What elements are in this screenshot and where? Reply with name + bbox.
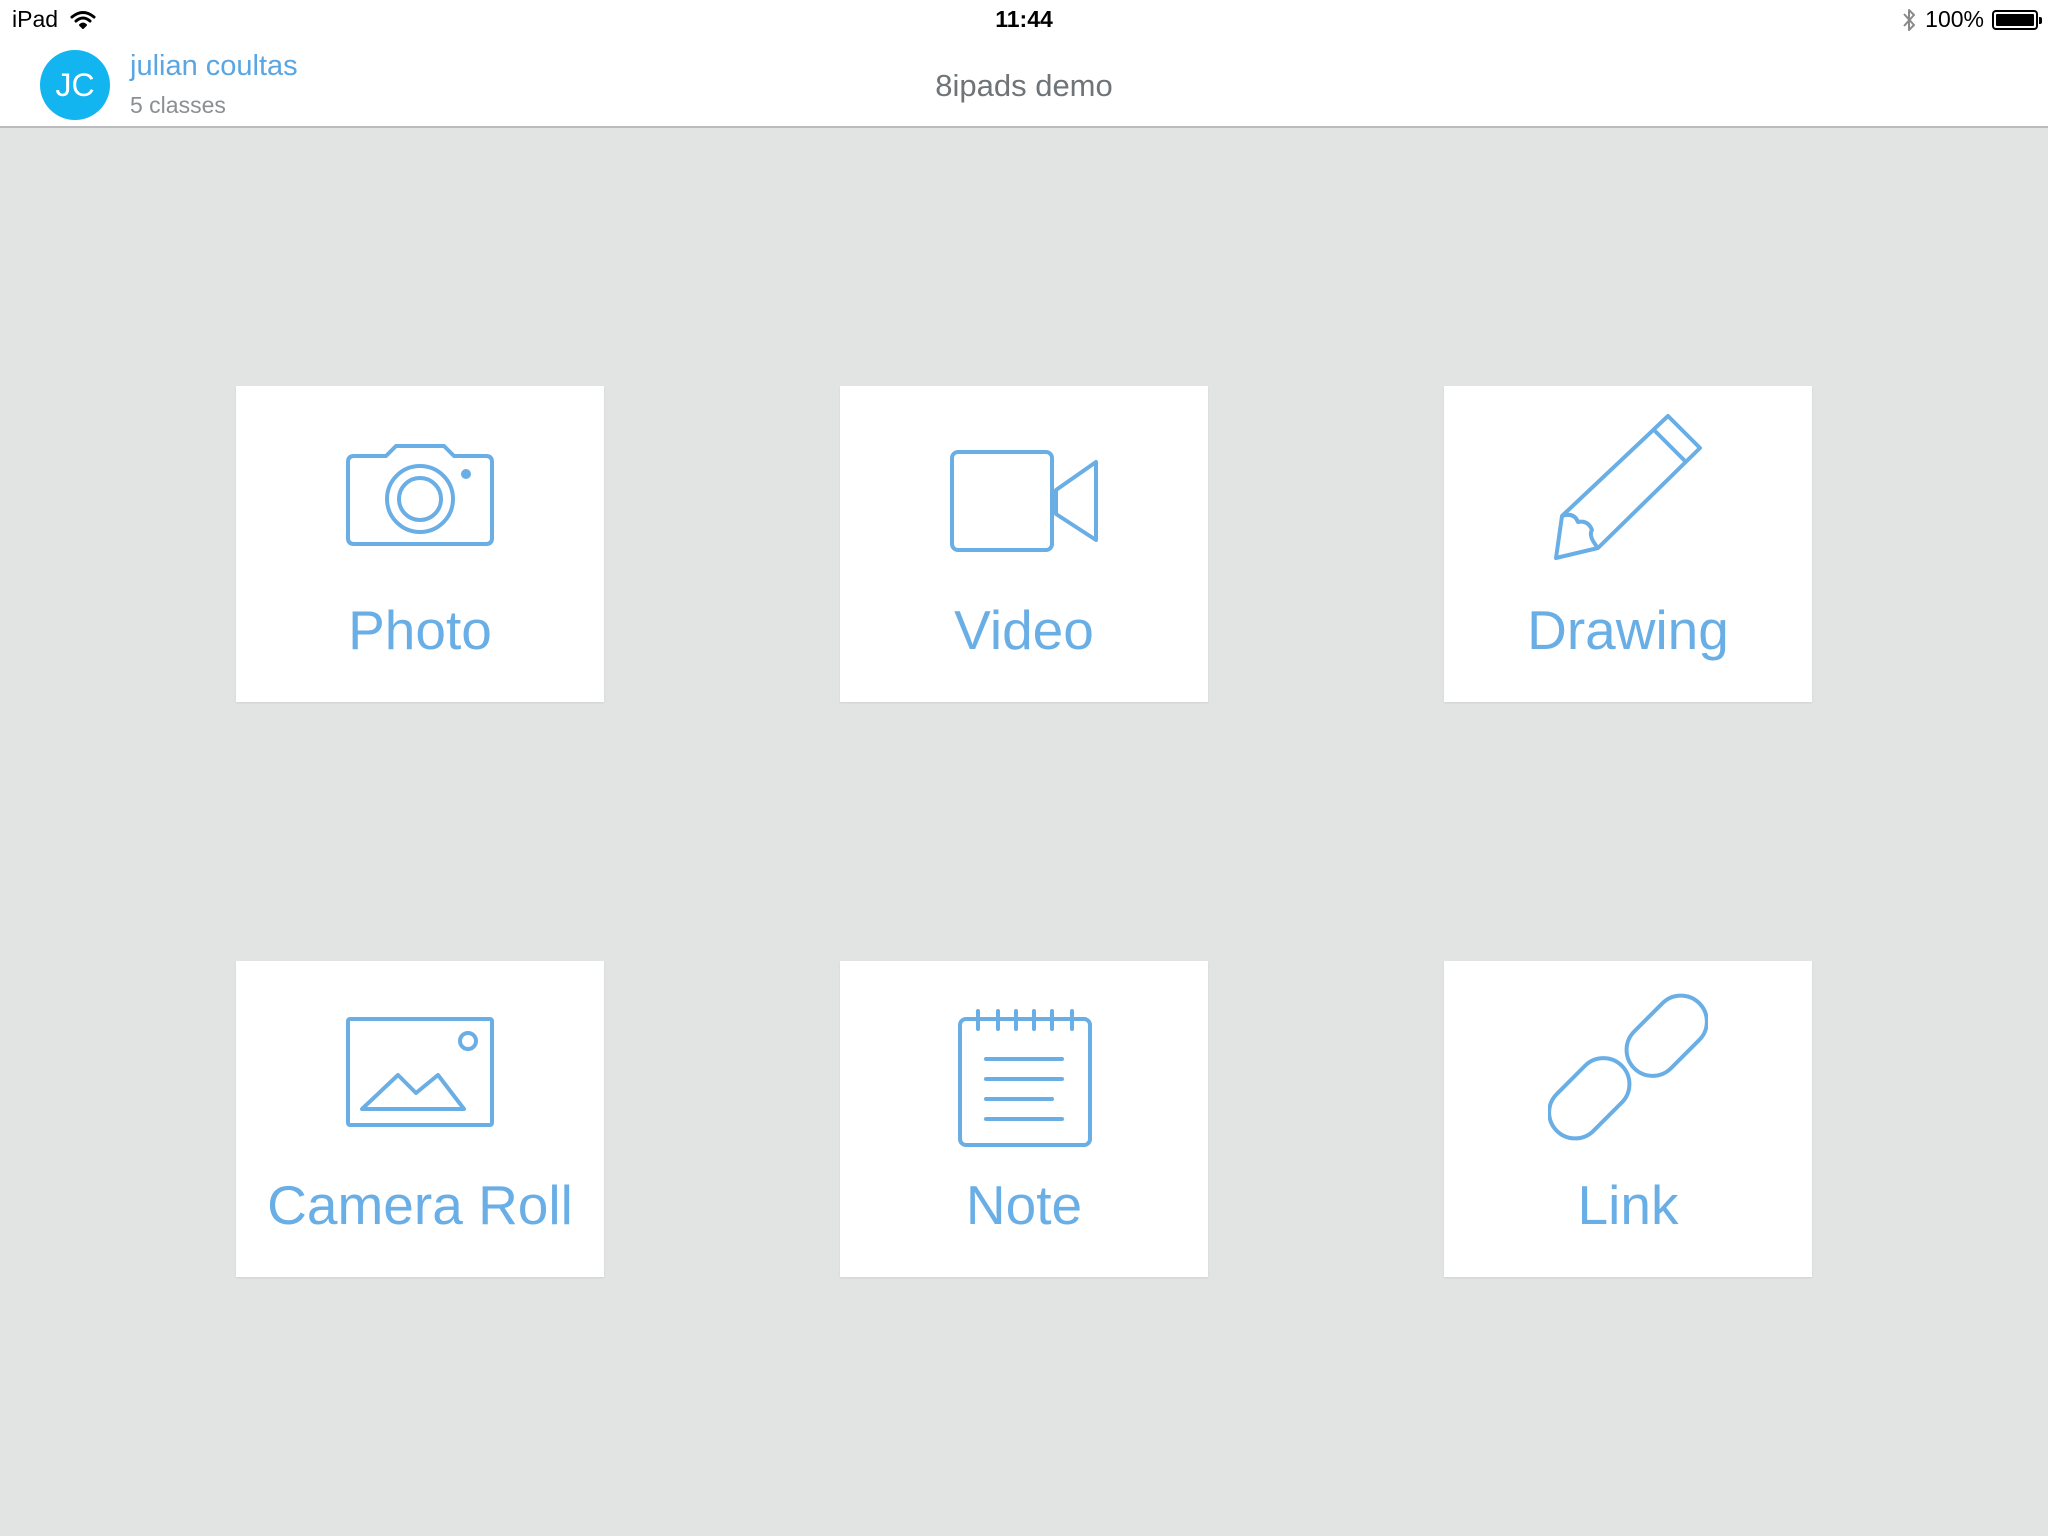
bluetooth-icon [1903,8,1916,31]
status-time: 11:44 [995,6,1053,32]
note-label: Note [965,1174,1083,1236]
pencil-icon [1554,414,1702,560]
note-tile[interactable]: Note [840,961,1208,1277]
header-bar: JC julian coultas 5 classes 8ipads demo [0,40,2048,128]
photo-label: Photo [348,599,492,661]
camera-roll-label: Camera Roll [267,1174,573,1236]
photo-tile[interactable]: Photo [236,386,604,702]
page-title: 8ipads demo [935,68,1113,103]
drawing-tile[interactable]: Drawing [1444,386,1812,702]
video-label: Video [954,599,1094,661]
camera-roll-tile[interactable]: Camera Roll [236,961,604,1277]
battery-icon [1992,9,2042,30]
video-camera-icon [950,450,1098,552]
video-tile[interactable]: Video [840,386,1208,702]
status-bar: iPad 11:44 100% [0,0,2048,40]
link-tile[interactable]: Link [1444,961,1812,1277]
battery-percent: 100% [1925,6,1984,32]
link-icon [1548,993,1708,1141]
status-right: 100% [1901,6,2042,33]
image-icon [346,1017,494,1127]
link-label: Link [1577,1174,1679,1236]
camera-icon [346,444,494,546]
drawing-label: Drawing [1527,599,1729,661]
battery-level [1996,13,2034,26]
notepad-icon [958,1009,1092,1147]
